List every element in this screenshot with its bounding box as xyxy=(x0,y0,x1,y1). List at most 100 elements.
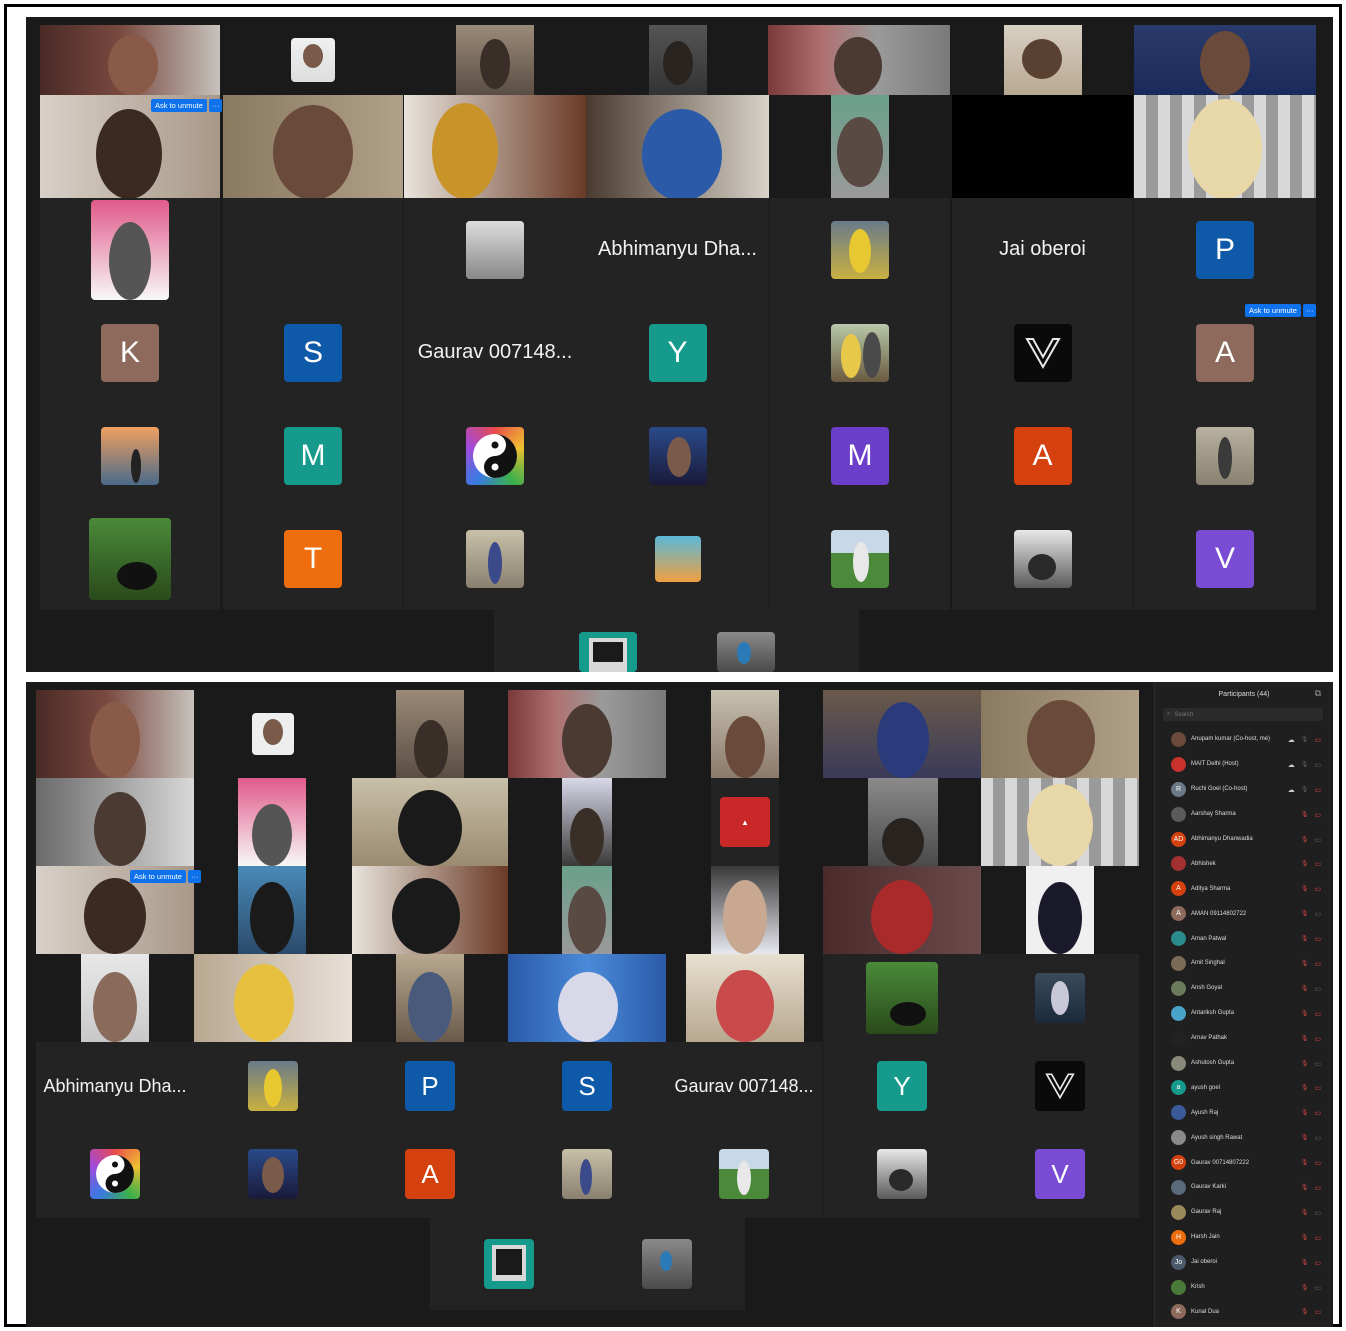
participant-row[interactable]: Gaurav Karki 🎙︎ ▭ xyxy=(1155,1175,1333,1200)
participant-tile[interactable]: Y xyxy=(586,301,769,404)
ask-to-unmute-control[interactable]: Ask to unmute ··· xyxy=(151,99,223,112)
camera-icon[interactable]: ▭ xyxy=(1314,1134,1321,1142)
muted-mic-icon[interactable]: 🎙︎ xyxy=(1301,836,1309,844)
pop-out-icon[interactable]: ⧉ xyxy=(1315,688,1321,699)
participant-row[interactable]: K Kunal Dua 🎙︎ ▭ xyxy=(1155,1299,1333,1324)
camera-icon[interactable]: ▭ xyxy=(1314,1084,1321,1092)
participant-tile[interactable]: Abhimanyu Dha... xyxy=(586,198,769,301)
participant-tile[interactable] xyxy=(404,198,586,301)
participant-tile[interactable] xyxy=(36,1130,194,1218)
video-tile-2[interactable] xyxy=(223,25,403,95)
participant-tile[interactable]: Gaurav 007148... xyxy=(666,1042,822,1130)
participant-tile[interactable] xyxy=(952,507,1133,610)
camera-icon[interactable]: ▭ xyxy=(1314,736,1321,744)
muted-mic-icon[interactable]: 🎙︎ xyxy=(1301,1184,1309,1192)
participant-tile[interactable] xyxy=(586,404,769,507)
participant-row[interactable]: Ansh Goyal 🎙︎ ▭ xyxy=(1155,976,1333,1001)
video-tile-host[interactable] xyxy=(36,690,194,778)
muted-mic-icon[interactable]: 🎙︎ xyxy=(1301,1134,1309,1142)
participant-tile[interactable] xyxy=(404,507,586,610)
muted-mic-icon[interactable]: 🎙︎ xyxy=(1301,786,1309,794)
muted-mic-icon[interactable]: 🎙︎ xyxy=(1301,1084,1309,1092)
participant-row[interactable]: Ayush singh Rawat 🎙︎ ▭ xyxy=(1155,1125,1333,1150)
video-tile-4[interactable] xyxy=(508,690,666,778)
participant-row[interactable]: Krish 🎙︎ ▭ xyxy=(1155,1275,1333,1300)
camera-icon[interactable]: ▭ xyxy=(1314,1109,1321,1117)
video-tile-16[interactable] xyxy=(352,866,508,954)
camera-icon[interactable]: ▭ xyxy=(1314,910,1321,918)
participant-tile[interactable] xyxy=(508,1130,666,1218)
participant-row[interactable]: Aman Patwal 🎙︎ ▭ xyxy=(1155,926,1333,951)
participant-tile[interactable] xyxy=(586,507,769,610)
more-options-button[interactable]: ··· xyxy=(208,99,223,112)
participant-row[interactable]: H Harsh Jain 🎙︎ ▭ xyxy=(1155,1225,1333,1250)
video-tile-10[interactable] xyxy=(404,95,586,198)
muted-mic-icon[interactable]: 🎙︎ xyxy=(1301,885,1309,893)
video-tile-22[interactable] xyxy=(194,954,352,1042)
ask-to-unmute-button[interactable]: Ask to unmute xyxy=(1245,304,1301,317)
camera-icon[interactable]: ▭ xyxy=(1314,1010,1321,1018)
muted-mic-icon[interactable]: 🎙︎ xyxy=(1301,1109,1309,1117)
video-tile-12[interactable] xyxy=(831,95,889,198)
camera-icon[interactable]: ▭ xyxy=(1314,786,1321,794)
video-tile-9[interactable] xyxy=(238,778,306,866)
video-tile-13[interactable] xyxy=(952,95,1133,198)
ask-to-unmute-control[interactable]: Ask to unmute ··· xyxy=(130,870,202,883)
muted-mic-icon[interactable]: 🎙︎ xyxy=(1301,910,1309,918)
participant-tile[interactable] xyxy=(641,1239,692,1289)
participant-tile[interactable] xyxy=(194,1130,352,1218)
video-tile-3[interactable] xyxy=(396,690,464,778)
video-tile-10[interactable] xyxy=(352,778,508,866)
video-tile-23[interactable] xyxy=(396,954,464,1042)
participant-tile[interactable] xyxy=(770,198,950,301)
ask-to-unmute-button[interactable]: Ask to unmute xyxy=(151,99,207,112)
participant-row[interactable]: R Ruchi Goel (Co-host) ☁ 🎙︎ ▭ xyxy=(1155,777,1333,802)
participant-tile[interactable]: P xyxy=(1134,198,1316,301)
participant-row[interactable]: Antariksh Gupta 🎙︎ ▭ xyxy=(1155,1001,1333,1026)
video-tile-3[interactable] xyxy=(456,25,534,95)
participant-tile[interactable] xyxy=(981,954,1139,1042)
video-tile-8[interactable] xyxy=(36,778,194,866)
ask-to-unmute-button[interactable]: Ask to unmute xyxy=(130,870,186,883)
video-tile-24[interactable] xyxy=(508,954,666,1042)
camera-icon[interactable]: ▭ xyxy=(1314,1308,1321,1316)
participant-row[interactable]: A Aditya Sharma 🎙︎ ▭ xyxy=(1155,876,1333,901)
camera-icon[interactable]: ▭ xyxy=(1314,935,1321,943)
muted-mic-icon[interactable]: 🎙︎ xyxy=(1301,1209,1309,1217)
participant-tile[interactable] xyxy=(40,404,220,507)
muted-mic-icon[interactable]: 🎙︎ xyxy=(1301,985,1309,993)
video-tile-17[interactable] xyxy=(562,866,612,954)
camera-icon[interactable]: ▭ xyxy=(1314,1159,1321,1167)
participant-tile[interactable] xyxy=(483,1239,534,1289)
participant-tile[interactable] xyxy=(770,507,950,610)
camera-icon[interactable]: ▭ xyxy=(1314,1234,1321,1242)
participant-row[interactable]: G0 Gaurav 00714807222 🎙︎ ▭ xyxy=(1155,1150,1333,1175)
camera-icon[interactable]: ▭ xyxy=(1314,960,1321,968)
participant-tile[interactable] xyxy=(404,404,586,507)
participant-tile[interactable] xyxy=(770,301,950,404)
camera-icon[interactable]: ▭ xyxy=(1314,885,1321,893)
camera-icon[interactable]: ▭ xyxy=(1314,1209,1321,1217)
video-tile-6[interactable] xyxy=(1004,25,1082,95)
participant-tile[interactable]: ▲ xyxy=(711,778,779,866)
video-tile-2[interactable] xyxy=(194,690,352,778)
video-tile-7[interactable] xyxy=(981,690,1139,778)
video-tile-25[interactable] xyxy=(686,954,804,1042)
participant-tile[interactable] xyxy=(578,632,637,672)
muted-mic-icon[interactable]: 🎙︎ xyxy=(1301,811,1309,819)
video-tile-13[interactable] xyxy=(981,778,1139,866)
camera-icon[interactable]: ▭ xyxy=(1314,1035,1321,1043)
participant-tile[interactable]: A xyxy=(352,1130,508,1218)
participant-tile[interactable]: S xyxy=(508,1042,666,1130)
participant-tile[interactable] xyxy=(981,1042,1139,1130)
participant-tile[interactable] xyxy=(823,1130,981,1218)
muted-mic-icon[interactable]: 🎙︎ xyxy=(1301,1308,1309,1316)
ask-to-unmute-control[interactable]: Ask to unmute ··· xyxy=(1245,304,1317,317)
video-tile-11[interactable] xyxy=(562,778,612,866)
more-options-button[interactable]: ··· xyxy=(1302,304,1317,317)
participant-row[interactable]: AD Abhimanyu Dhanwadia 🎙︎ ▭ xyxy=(1155,827,1333,852)
muted-mic-icon[interactable]: 🎙︎ xyxy=(1301,1234,1309,1242)
participant-row[interactable]: Arnav Pathak 🎙︎ ▭ xyxy=(1155,1026,1333,1051)
participant-tile[interactable] xyxy=(952,301,1133,404)
muted-mic-icon[interactable]: 🎙︎ xyxy=(1301,736,1309,744)
